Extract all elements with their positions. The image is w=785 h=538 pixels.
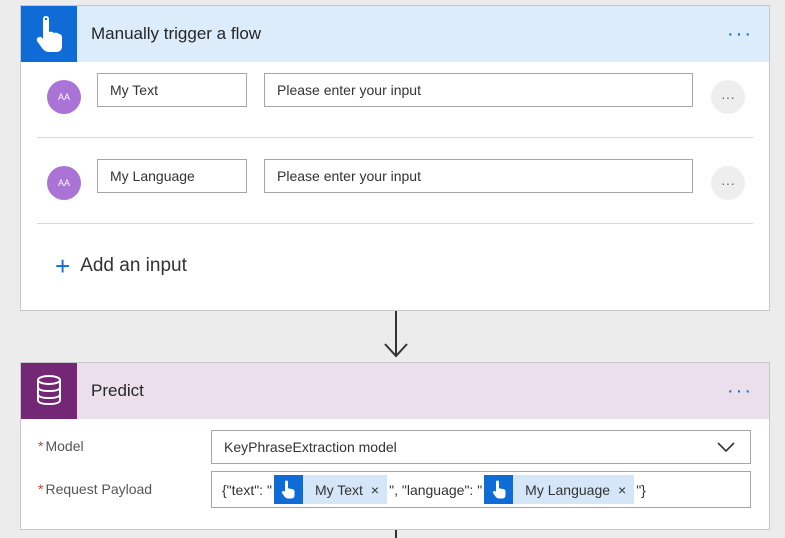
trigger-card: Manually trigger a flow ··· AA My Text P… — [20, 5, 770, 311]
row-menu-button[interactable]: ··· — [711, 80, 745, 114]
token-remove-icon[interactable]: × — [616, 482, 634, 498]
predict-icon-tile — [21, 363, 77, 419]
add-input-button[interactable]: + Add an input — [55, 251, 187, 281]
arrow-down-icon — [384, 343, 408, 358]
token-my-text[interactable]: My Text × — [273, 475, 388, 504]
avatar: AA — [47, 80, 81, 114]
hand-tap-icon — [282, 480, 295, 498]
predict-title: Predict — [91, 381, 144, 400]
input-row-my-language: AA My Language Please enter your input ·… — [21, 148, 769, 234]
avatar: AA — [47, 166, 81, 200]
model-label: * Model — [38, 438, 84, 454]
input-name-field[interactable]: My Text — [97, 73, 247, 107]
model-label-text: Model — [45, 438, 84, 454]
trigger-title: Manually trigger a flow — [91, 24, 262, 43]
token-remove-icon[interactable]: × — [369, 482, 387, 498]
input-value-field[interactable]: Please enter your input — [264, 159, 693, 193]
input-name-field[interactable]: My Language — [97, 159, 247, 193]
hand-tap-icon — [492, 480, 506, 498]
database-icon — [37, 375, 61, 406]
connector-line — [395, 530, 397, 538]
token-label: My Language — [525, 481, 611, 498]
predict-card: Predict ··· * Model KeyPhraseExtraction m… — [20, 362, 770, 530]
trigger-icon-tile — [21, 6, 77, 62]
chevron-down-icon — [717, 442, 735, 453]
token-label: My Text — [314, 481, 363, 498]
payload-editor[interactable]: {"text": " My Text × ", "language": " My… — [211, 471, 751, 508]
predict-more-button[interactable]: ··· — [727, 363, 753, 419]
token-icon-tile — [484, 475, 514, 504]
payload-label: * Request Payload — [38, 481, 152, 497]
row-menu-button[interactable]: ··· — [711, 166, 745, 200]
avatar-label: AA — [57, 92, 70, 102]
payload-text-part: ", "language": " — [389, 481, 483, 498]
trigger-card-header[interactable]: Manually trigger a flow ··· — [21, 6, 769, 62]
payload-text-part: "} — [636, 481, 646, 498]
predict-card-header[interactable]: Predict ··· — [21, 363, 769, 419]
model-dropdown[interactable]: KeyPhraseExtraction model — [211, 430, 751, 464]
avatar-label: AA — [57, 178, 70, 188]
payload-label-text: Request Payload — [45, 481, 153, 497]
model-value: KeyPhraseExtraction model — [224, 439, 397, 455]
required-mark: * — [38, 481, 44, 497]
hand-tap-icon — [36, 16, 62, 52]
input-value-field[interactable]: Please enter your input — [264, 73, 693, 107]
divider — [37, 137, 753, 138]
plus-icon: + — [55, 251, 71, 281]
input-row-my-text: AA My Text Please enter your input ··· — [21, 62, 769, 148]
divider — [37, 223, 753, 224]
token-my-language[interactable]: My Language × — [484, 475, 635, 504]
token-icon-tile — [273, 475, 303, 504]
required-mark: * — [38, 438, 44, 454]
add-input-label: Add an input — [80, 255, 187, 276]
payload-text-part: {"text": " — [222, 481, 272, 498]
trigger-more-button[interactable]: ··· — [727, 6, 753, 62]
